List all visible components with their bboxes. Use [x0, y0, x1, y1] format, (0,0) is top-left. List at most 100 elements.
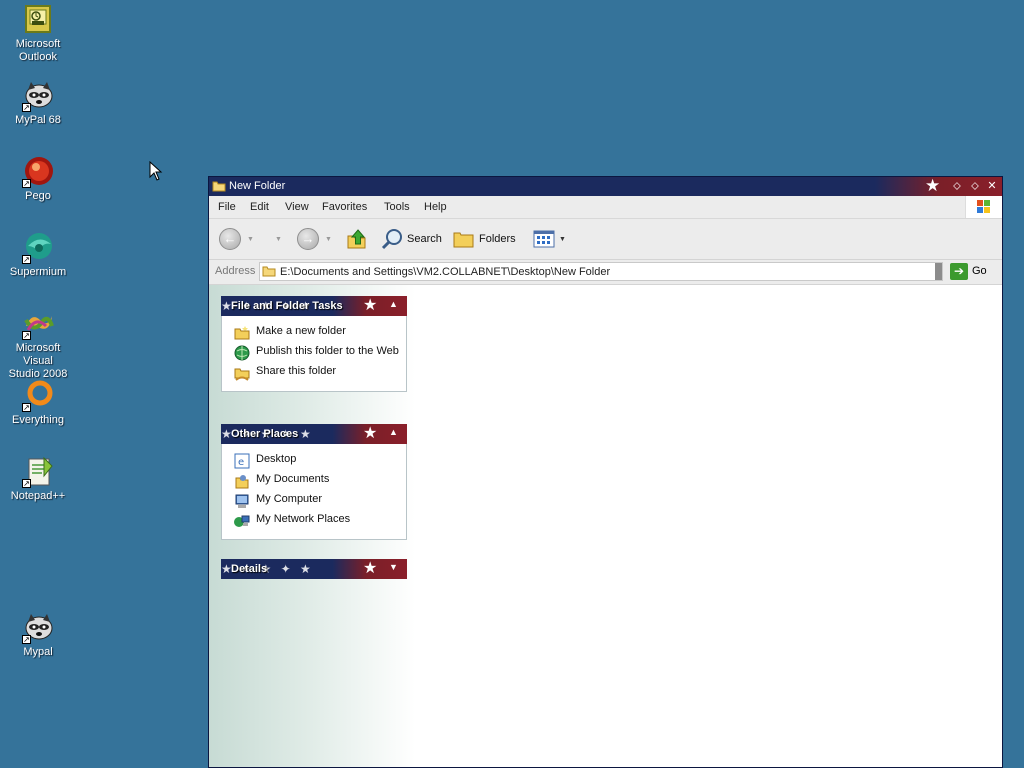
details-pane: ★ ✦ ★ ✦ ★ Details ★ ▼	[221, 559, 407, 579]
up-folder-icon[interactable]	[346, 228, 368, 250]
desktop-icon-label: Notepad++	[10, 490, 66, 502]
star-decoration-icon: ★	[363, 297, 378, 314]
place-label: My Documents	[256, 473, 330, 485]
task-publish-to-web[interactable]: Publish this folder to the Web	[222, 345, 406, 365]
star-decoration-icon: ★	[363, 560, 378, 577]
raccoon-icon: ↗	[22, 612, 54, 644]
views-dropdown-icon[interactable]: ▼	[559, 236, 566, 243]
menu-bar: File Edit View Favorites Tools Help	[209, 196, 1002, 219]
desktop-icon-label: Supermium	[9, 266, 67, 278]
go-arrow-icon[interactable]: ➔	[950, 263, 968, 280]
star-decoration-icon: ★	[925, 176, 941, 195]
place-label: Desktop	[256, 453, 297, 465]
task-share-folder[interactable]: Share this folder	[222, 365, 406, 385]
everything-icon: ↗	[22, 380, 54, 412]
shortcut-arrow-icon: ↗	[22, 179, 31, 188]
back-button[interactable]: ←	[219, 228, 241, 250]
pane-body: Make a new folder Publish this folder to…	[221, 316, 407, 392]
menu-help[interactable]: Help	[424, 201, 447, 213]
place-my-documents[interactable]: My Documents	[222, 473, 406, 493]
desktop-icon-pego[interactable]: ↗ Pego	[0, 156, 76, 203]
menu-tools[interactable]: Tools	[384, 201, 410, 213]
pane-body: e Desktop My Documents My Computer My Ne…	[221, 444, 407, 540]
collapse-chevron-icon[interactable]: ▲	[389, 427, 398, 437]
pane-title: File and Folder Tasks	[231, 300, 343, 312]
task-make-new-folder[interactable]: Make a new folder	[222, 325, 406, 345]
menu-view[interactable]: View	[285, 201, 309, 213]
globe-icon	[234, 345, 250, 361]
pego-icon: ↗	[22, 156, 54, 188]
desktop-icon-label: Pego	[25, 190, 51, 202]
search-icon[interactable]	[380, 227, 404, 251]
place-label: My Computer	[256, 493, 323, 505]
task-label: Share this folder	[256, 365, 337, 377]
pane-header[interactable]: ★ ✦ ★ ✦ ★ File and Folder Tasks ★ ▲	[221, 296, 407, 316]
star-decoration-icon: ★	[363, 425, 378, 442]
separator-arrow-icon: ▼	[275, 236, 282, 243]
window-titlebar[interactable]: New Folder ★ ⬦ ⬦ ✕	[209, 177, 1002, 196]
desktop-icon-label: Everything	[12, 414, 64, 426]
shortcut-arrow-icon: ↗	[22, 479, 31, 488]
desktop-icon-visual-studio-2008[interactable]: ↗ Microsoft Visual Studio 2008	[0, 308, 76, 381]
place-my-network-places[interactable]: My Network Places	[222, 513, 406, 533]
address-input[interactable]: E:\Documents and Settings\VM2.COLLABNET\…	[259, 262, 943, 281]
place-label: My Network Places	[256, 513, 351, 525]
pane-header[interactable]: ★ ✦ ★ ✦ ★ Details ★ ▼	[221, 559, 407, 579]
task-label: Make a new folder	[256, 325, 346, 337]
folders-button-label[interactable]: Folders	[479, 233, 516, 245]
visual-studio-icon: ↗	[22, 308, 54, 340]
notepad-icon: ↗	[22, 456, 54, 488]
file-folder-tasks-pane: ★ ✦ ★ ✦ ★ File and Folder Tasks ★ ▲ Make…	[221, 296, 407, 392]
pane-header[interactable]: ★ ✦ ★ ✦ ★ Other Places ★ ▲	[221, 424, 407, 444]
pane-title: Other Places	[231, 428, 299, 440]
go-button-label[interactable]: Go	[972, 265, 987, 277]
task-label: Publish this folder to the Web	[256, 345, 399, 357]
close-button[interactable]: ✕	[985, 179, 999, 193]
outlook-icon	[22, 4, 54, 36]
forward-dropdown-icon[interactable]: ▼	[325, 236, 332, 243]
folders-icon[interactable]	[453, 230, 475, 248]
share-folder-icon	[234, 368, 250, 381]
desktop-icon-outlook[interactable]: Microsoft Outlook	[0, 4, 76, 64]
address-label: Address	[215, 265, 256, 277]
maximize-button[interactable]: ⬦	[968, 179, 982, 193]
address-dropdown-handle[interactable]	[935, 263, 942, 280]
menu-edit[interactable]: Edit	[250, 201, 269, 213]
address-bar: Address E:\Documents and Settings\VM2.CO…	[209, 260, 1002, 285]
my-computer-icon	[235, 494, 249, 508]
shortcut-arrow-icon: ↗	[22, 635, 31, 644]
desktop-icon-notepad-plus-plus[interactable]: ↗ Notepad++	[0, 456, 76, 503]
menu-file[interactable]: File	[218, 201, 236, 213]
expand-chevron-icon[interactable]: ▼	[389, 562, 398, 572]
views-icon[interactable]	[533, 230, 555, 248]
place-desktop[interactable]: e Desktop	[222, 453, 406, 473]
forward-button[interactable]: →	[297, 228, 319, 250]
place-my-computer[interactable]: My Computer	[222, 493, 406, 513]
collapse-chevron-icon[interactable]: ▲	[389, 299, 398, 309]
desktop-icon-label: Microsoft Visual Studio 2008	[8, 342, 68, 380]
pane-title: Details	[231, 563, 268, 575]
desktop-icon: e	[234, 453, 250, 469]
desktop-icon-mypal-68[interactable]: ↗ MyPal 68	[0, 80, 76, 127]
shortcut-arrow-icon: ↗	[22, 331, 31, 340]
explorer-window: New Folder ★ ⬦ ⬦ ✕ File Edit View Favori…	[208, 176, 1003, 768]
supermium-icon: ↗	[22, 232, 54, 264]
desktop-icon-supermium[interactable]: ↗ Supermium	[0, 232, 76, 279]
shortcut-arrow-icon: ↗	[22, 403, 31, 412]
shortcut-arrow-icon: ↗	[22, 103, 31, 112]
folder-icon	[212, 181, 226, 192]
minimize-button[interactable]: ⬦	[950, 179, 964, 193]
svg-text:e: e	[238, 457, 244, 468]
windows-logo-icon	[965, 196, 1002, 218]
menu-favorites[interactable]: Favorites	[322, 201, 367, 213]
folder-content-area[interactable]: ★ ✦ ★ ✦ ★ File and Folder Tasks ★ ▲ Make…	[209, 285, 1002, 767]
my-documents-icon	[235, 475, 249, 489]
mouse-cursor-icon	[149, 161, 163, 181]
back-dropdown-icon[interactable]: ▼	[247, 236, 254, 243]
new-folder-icon	[234, 326, 250, 340]
desktop-icon-everything[interactable]: ↗ Everything	[0, 380, 76, 427]
window-title: New Folder	[229, 180, 286, 192]
search-button-label[interactable]: Search	[407, 233, 442, 245]
desktop-icon-mypal[interactable]: ↗ Mypal	[0, 612, 76, 659]
desktop-icon-label: Microsoft Outlook	[15, 38, 61, 63]
